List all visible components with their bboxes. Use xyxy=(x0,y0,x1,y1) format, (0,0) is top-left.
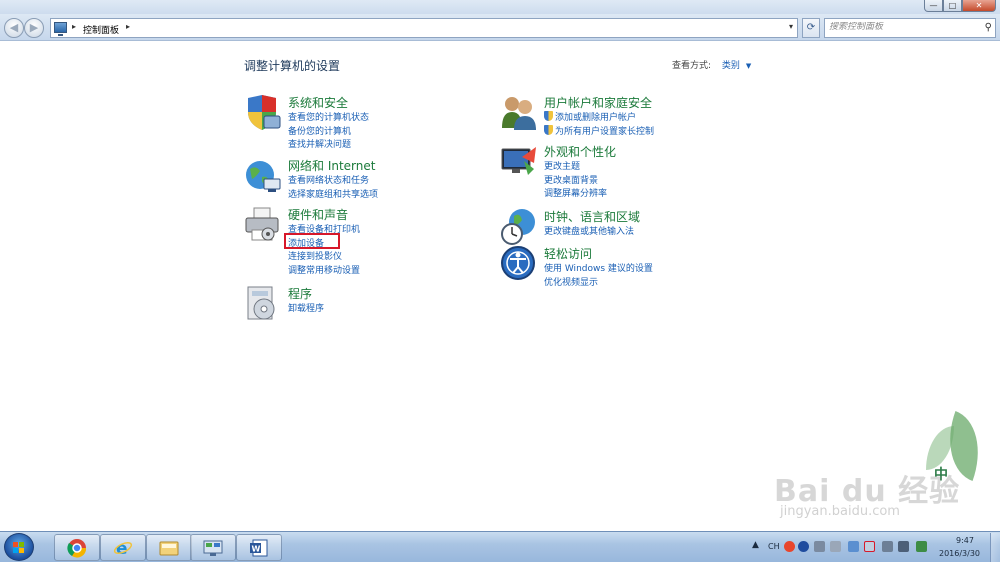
link-recommended-settings[interactable]: 使用 Windows 建议的设置 xyxy=(544,261,653,275)
refresh-button[interactable]: ⟳ xyxy=(802,18,820,38)
word-icon: W xyxy=(250,539,268,557)
window-controls: — □ ✕ xyxy=(924,0,996,12)
taskbar-explorer[interactable] xyxy=(146,534,192,561)
tray-arrow-icon[interactable]: ▲ xyxy=(752,540,759,550)
link-view-network-status[interactable]: 查看网络状态和任务 xyxy=(288,173,378,187)
navigation-bar: ◀ ▶ ▸ 控制面板 ▸ ▾ ⟳ ⚲ xyxy=(0,14,1000,41)
control-panel-icon xyxy=(203,540,223,556)
chevron-right-icon[interactable]: ▸ xyxy=(126,22,130,31)
clock-globe-icon[interactable] xyxy=(500,208,538,246)
link-label: 添加或删除用户帐户 xyxy=(555,113,637,123)
category-title[interactable]: 硬件和声音 xyxy=(288,206,348,223)
chevron-down-icon[interactable]: ▼ xyxy=(746,62,751,70)
link-uninstall-program[interactable]: 卸载程序 xyxy=(288,301,324,315)
category-title[interactable]: 系统和安全 xyxy=(288,94,348,111)
network-globe-icon[interactable] xyxy=(244,157,282,195)
language-indicator[interactable]: CH xyxy=(768,542,780,551)
folder-icon xyxy=(159,541,179,556)
security-shield-icon[interactable] xyxy=(244,94,282,132)
page-title: 调整计算机的设置 xyxy=(244,59,341,73)
windows-logo-icon xyxy=(13,542,25,554)
start-button[interactable] xyxy=(4,533,34,561)
taskbar-control-panel[interactable] xyxy=(190,534,236,561)
link-homegroup-sharing[interactable]: 选择家庭组和共享选项 xyxy=(288,187,378,201)
taskbar: e W ▲ CH 9:47 2016/3/30 xyxy=(0,531,1000,562)
link-add-remove-accounts[interactable]: 添加或删除用户帐户 xyxy=(544,110,654,124)
users-icon[interactable] xyxy=(500,94,538,132)
link-change-background[interactable]: 更改桌面背景 xyxy=(544,173,607,187)
search-input[interactable] xyxy=(829,22,979,32)
link-change-keyboard[interactable]: 更改键盘或其他输入法 xyxy=(544,224,634,238)
link-mobility-settings[interactable]: 调整常用移动设置 xyxy=(288,263,360,277)
programs-disc-icon[interactable] xyxy=(244,285,282,323)
back-button[interactable]: ◀ xyxy=(4,18,24,38)
title-bar: — □ ✕ xyxy=(0,0,1000,14)
volume-icon[interactable] xyxy=(898,541,909,552)
search-box[interactable]: ⚲ xyxy=(824,18,996,38)
shield-icon xyxy=(544,124,553,135)
svg-text:e: e xyxy=(116,539,128,558)
control-panel-icon xyxy=(54,22,67,36)
tray-app-icon[interactable] xyxy=(830,541,841,552)
taskbar-ie[interactable]: e xyxy=(100,534,146,561)
highlight-box xyxy=(284,233,340,249)
chevron-down-icon[interactable]: ▾ xyxy=(789,22,793,31)
appearance-monitor-icon[interactable] xyxy=(500,143,538,181)
help-icon[interactable] xyxy=(798,541,809,552)
shield-icon xyxy=(544,111,553,121)
svg-text:W: W xyxy=(252,545,261,554)
close-button[interactable]: ✕ xyxy=(962,0,996,12)
action-center-icon[interactable] xyxy=(848,541,859,552)
system-tray: ▲ CH 9:47 2016/3/30 xyxy=(746,533,1000,562)
category-title[interactable]: 用户帐户和家庭安全 xyxy=(544,94,652,111)
category-title[interactable]: 网络和 Internet xyxy=(288,157,375,174)
watermark-url: jingyan.baidu.com xyxy=(780,504,900,519)
printer-icon[interactable] xyxy=(244,206,282,244)
category-title[interactable]: 程序 xyxy=(288,285,312,302)
minimize-button[interactable]: — xyxy=(924,0,943,12)
search-icon[interactable]: ⚲ xyxy=(985,22,992,33)
link-connect-projector[interactable]: 连接到投影仪 xyxy=(288,249,360,263)
signal-icon[interactable] xyxy=(882,541,893,552)
link-change-theme[interactable]: 更改主题 xyxy=(544,159,607,173)
clock-date[interactable]: 2016/3/30 xyxy=(939,549,980,558)
link-view-computer-status[interactable]: 查看您的计算机状态 xyxy=(288,110,369,124)
usb-icon[interactable] xyxy=(814,541,825,552)
view-by-label: 查看方式: xyxy=(672,61,712,71)
taskbar-chrome[interactable] xyxy=(54,534,100,561)
network-icon[interactable] xyxy=(864,541,875,552)
address-bar[interactable]: ▸ 控制面板 ▸ ▾ xyxy=(50,18,798,38)
view-by: 查看方式: 类别 ▼ xyxy=(672,58,751,71)
maximize-button[interactable]: □ xyxy=(943,0,962,12)
forward-button[interactable]: ▶ xyxy=(24,18,44,38)
link-parental-controls[interactable]: 为所有用户设置家长控制 xyxy=(544,124,654,138)
clock-time[interactable]: 9:47 xyxy=(956,536,974,545)
watermark: 中 Bai du 经验 jingyan.baidu.com xyxy=(756,406,996,526)
breadcrumb[interactable]: 控制面板 xyxy=(83,23,119,36)
accessibility-icon[interactable] xyxy=(500,245,538,283)
internet-explorer-icon: e xyxy=(113,539,133,558)
category-title[interactable]: 时钟、语言和区域 xyxy=(544,208,640,225)
link-backup-computer[interactable]: 备份您的计算机 xyxy=(288,124,369,138)
link-screen-resolution[interactable]: 调整屏幕分辨率 xyxy=(544,186,607,200)
ime-icon[interactable] xyxy=(784,541,795,552)
show-desktop-button[interactable] xyxy=(990,533,1000,562)
link-optimize-display[interactable]: 优化视频显示 xyxy=(544,275,653,289)
link-find-fix-problems[interactable]: 查找并解决问题 xyxy=(288,137,369,151)
chrome-icon xyxy=(67,539,87,558)
view-by-dropdown[interactable]: 类别 xyxy=(722,61,740,71)
chevron-right-icon[interactable]: ▸ xyxy=(72,22,76,31)
battery-icon[interactable] xyxy=(916,541,927,552)
link-label: 为所有用户设置家长控制 xyxy=(555,126,655,137)
taskbar-word[interactable]: W xyxy=(236,534,282,561)
category-title[interactable]: 轻松访问 xyxy=(544,245,592,262)
category-title[interactable]: 外观和个性化 xyxy=(544,143,616,160)
